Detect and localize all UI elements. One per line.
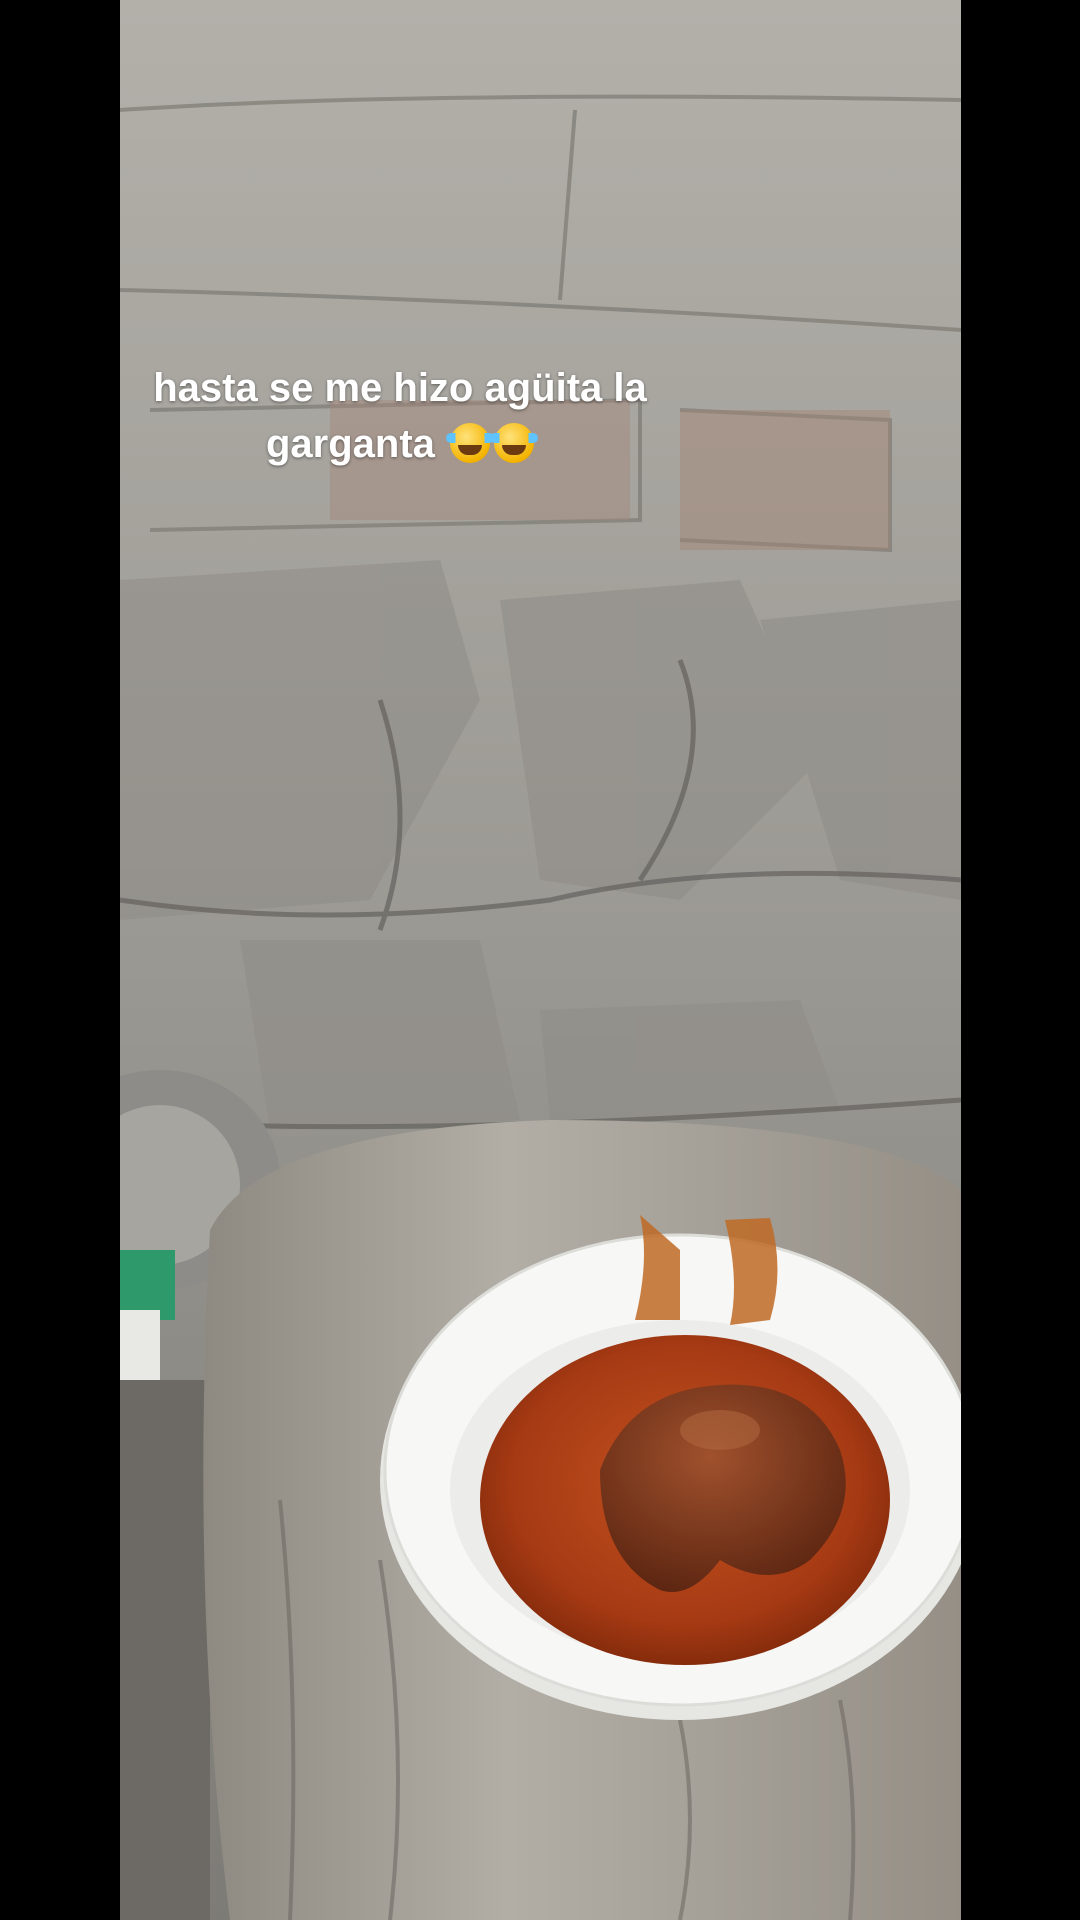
video-frame[interactable] [120, 0, 961, 1920]
face-with-tears-of-joy-icon [490, 423, 539, 463]
scene-photo [120, 0, 961, 1920]
caption-line-2: garganta [120, 416, 680, 472]
caption-line-2-text: garganta [265, 422, 435, 466]
left-shadow [120, 1380, 210, 1920]
letterbox-frame: hasta se me hizo agüita la garganta [0, 0, 1080, 1920]
face-with-tears-of-joy-icon [446, 423, 495, 463]
reddish-brick [680, 410, 890, 550]
green-cloth [120, 1250, 175, 1320]
caption-line-1: hasta se me hizo agüita la [153, 366, 647, 410]
video-caption: hasta se me hizo agüita la garganta [120, 360, 680, 472]
white-cloth [120, 1310, 160, 1390]
